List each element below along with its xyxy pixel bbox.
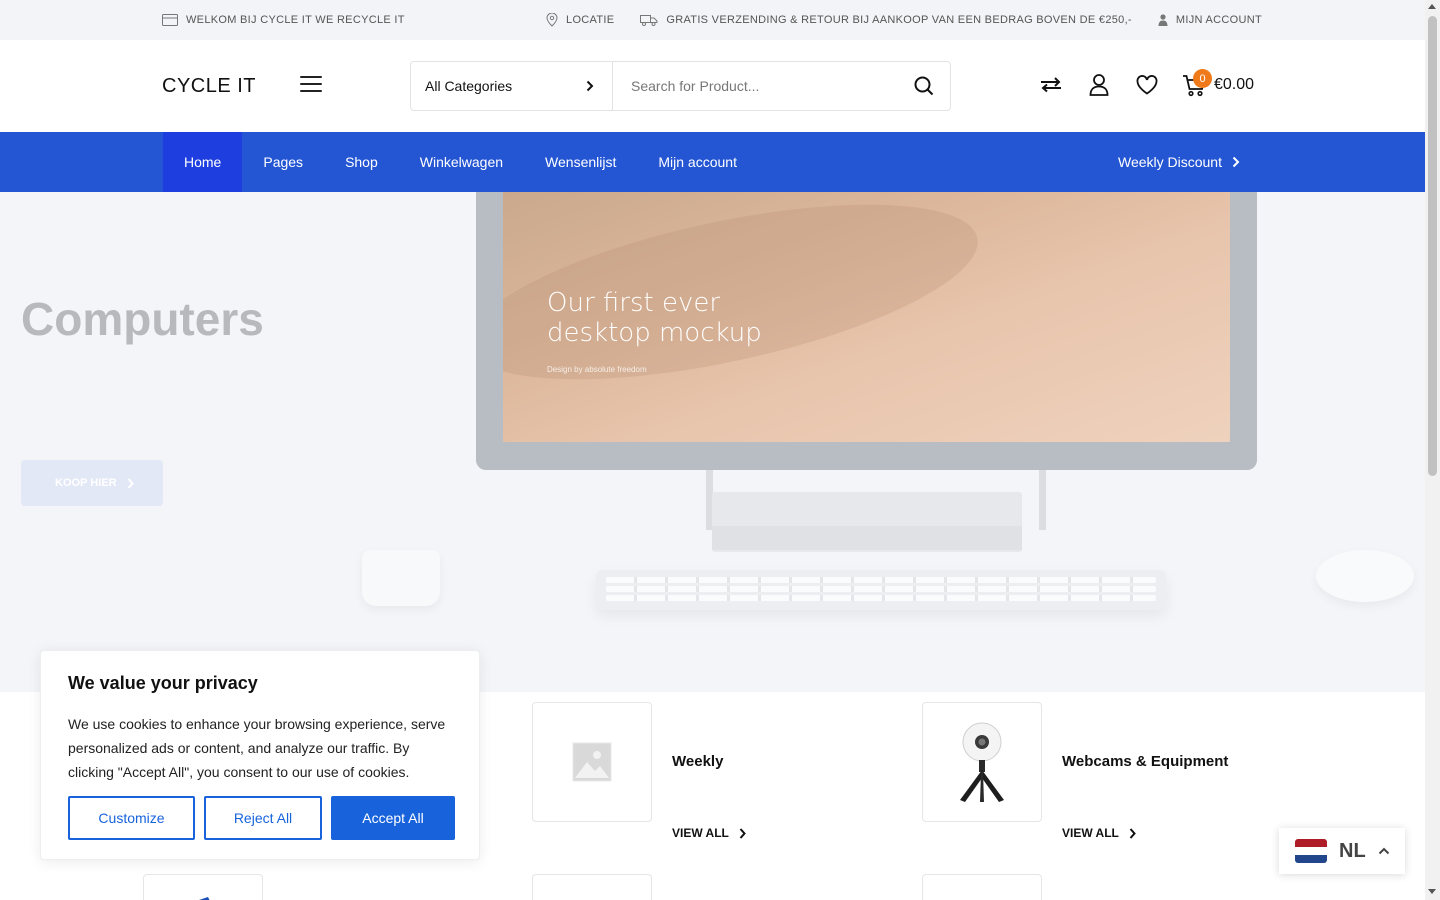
shop-now-label: KOOP HIER: [55, 477, 117, 489]
category-thumb-webcams[interactable]: [922, 702, 1042, 822]
user-outline-icon: [1089, 74, 1109, 96]
chevron-right-icon: [739, 827, 746, 839]
shipping-info: GRATIS VERZENDING & RETOUR BIJ AANKOOP V…: [640, 14, 1132, 26]
map-pin-icon: [546, 13, 558, 27]
location-link[interactable]: LOCATIE: [546, 13, 614, 27]
view-all-label: VIEW ALL: [672, 826, 729, 840]
image-placeholder-icon: [572, 742, 612, 782]
chevron-right-icon: [586, 80, 594, 92]
scroll-down-arrow-icon[interactable]: [1428, 889, 1436, 894]
site-header: CYCLE IT All Categories 0 €0.00: [0, 40, 1425, 132]
category-name[interactable]: Weekly: [672, 753, 723, 770]
my-account-link[interactable]: MIJN ACCOUNT: [1158, 14, 1262, 26]
compare-arrows-icon: [1041, 77, 1061, 93]
cookie-consent-banner: We value your privacy We use cookies to …: [40, 650, 480, 860]
cookie-title: We value your privacy: [68, 673, 258, 693]
search-icon: [914, 76, 934, 96]
view-all-link[interactable]: VIEW ALL: [672, 826, 746, 840]
truck-icon: [640, 15, 658, 26]
page-scrollbar[interactable]: [1425, 0, 1440, 900]
location-label: LOCATIE: [566, 14, 615, 26]
scroll-up-arrow-icon[interactable]: [1428, 4, 1436, 9]
category-name[interactable]: Webcams & Equipment: [1062, 753, 1228, 770]
nav-item-wishlist[interactable]: Wensenlijst: [524, 132, 637, 192]
mouse-image: [1316, 550, 1414, 602]
category-card-webcams: Webcams & Equipment VIEW ALL: [922, 702, 1228, 840]
shop-now-button[interactable]: KOOP HIER: [21, 460, 163, 506]
nav-item-pages[interactable]: Pages: [242, 132, 324, 192]
compare-button[interactable]: [1038, 70, 1064, 100]
nav-item-shop[interactable]: Shop: [324, 132, 399, 192]
view-all-label: VIEW ALL: [1062, 826, 1119, 840]
wishlist-button[interactable]: [1134, 70, 1160, 100]
screen-subtext: Design by absolute freedom: [547, 365, 647, 374]
cookie-text: We use cookies to enhance your browsing …: [68, 716, 446, 780]
language-code: NL: [1339, 839, 1366, 862]
reject-all-button[interactable]: Reject All: [204, 796, 322, 840]
main-nav: Home Pages Shop Winkelwagen Wensenlijst …: [0, 132, 1425, 192]
screen-heading-line-1: Our first ever: [547, 288, 721, 318]
monitor-image: Our first ever desktop mockup Design by …: [476, 192, 1257, 470]
chevron-right-icon: [1232, 156, 1240, 168]
keyboard-image: [596, 570, 1166, 610]
category-select-label: All Categories: [425, 78, 513, 94]
shipping-text: GRATIS VERZENDING & RETOUR BIJ AANKOOP V…: [666, 14, 1132, 26]
screen-heading-line-2: desktop mockup: [547, 318, 762, 348]
screen-heading: Our first ever desktop mockup: [547, 288, 762, 348]
search-button[interactable]: [898, 62, 950, 110]
weekly-discount-link[interactable]: Weekly Discount: [1118, 132, 1240, 192]
monitor-base-front: [712, 526, 1022, 550]
monitor-screen: Our first ever desktop mockup Design by …: [503, 192, 1230, 442]
webcam-tripod-icon: [960, 722, 1004, 802]
chevron-up-icon: [1378, 847, 1389, 855]
category-thumb-weekly[interactable]: [532, 702, 652, 822]
category-card-weekly: Weekly VIEW ALL: [532, 702, 746, 840]
my-account-label: MIJN ACCOUNT: [1175, 14, 1262, 26]
menu-icon[interactable]: [300, 76, 322, 96]
scrollbar-thumb[interactable]: [1428, 16, 1437, 476]
nav-item-home[interactable]: Home: [163, 132, 243, 192]
customize-button[interactable]: Customize: [68, 796, 195, 840]
card-icon: [162, 14, 178, 26]
welcome-message: WELKOM BIJ CYCLE IT WE RECYCLE IT: [162, 14, 405, 26]
weekly-discount-label: Weekly Discount: [1117, 154, 1222, 170]
nav-item-my-account[interactable]: Mijn account: [637, 132, 758, 192]
search-bar: All Categories: [410, 61, 951, 111]
cart-count-badge: 0: [1193, 69, 1212, 88]
heart-icon: [1136, 75, 1158, 95]
view-all-link[interactable]: VIEW ALL: [1062, 826, 1136, 840]
category-thumb-partial[interactable]: [922, 874, 1042, 900]
site-logo[interactable]: CYCLE IT: [162, 75, 256, 98]
hero-slider: Our first ever desktop mockup Design by …: [0, 192, 1425, 692]
cart-button[interactable]: 0 €0.00: [1182, 69, 1255, 97]
user-icon: [1158, 14, 1168, 26]
category-thumb-partial[interactable]: [532, 874, 652, 900]
accept-all-button[interactable]: Accept All: [331, 796, 455, 840]
cart-total: €0.00: [1214, 76, 1255, 93]
chevron-right-icon: [1129, 827, 1136, 839]
account-button[interactable]: [1086, 70, 1112, 100]
welcome-text: WELKOM BIJ CYCLE IT WE RECYCLE IT: [186, 14, 405, 26]
category-select[interactable]: All Categories: [411, 62, 613, 110]
chevron-right-icon: [127, 477, 134, 489]
language-switcher[interactable]: NL: [1279, 828, 1405, 874]
search-input[interactable]: [613, 62, 898, 110]
product-image-partial: [199, 897, 210, 900]
hero-title: Computers: [21, 293, 264, 345]
netherlands-flag-icon: [1295, 839, 1327, 863]
top-bar: WELKOM BIJ CYCLE IT WE RECYCLE IT LOCATI…: [0, 0, 1425, 40]
nav-item-cart[interactable]: Winkelwagen: [399, 132, 524, 192]
cup-image: [362, 550, 440, 606]
category-thumb-partial[interactable]: [143, 874, 263, 900]
